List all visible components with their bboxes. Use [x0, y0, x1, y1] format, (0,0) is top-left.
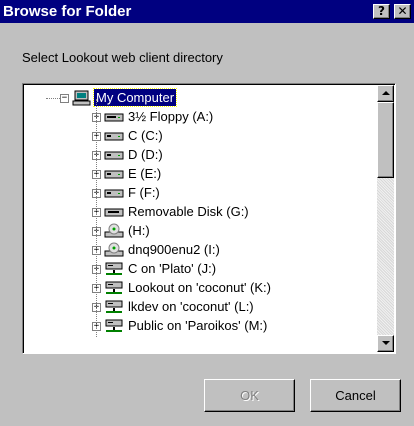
network-drive-icon: [104, 318, 124, 334]
browse-for-folder-dialog: Browse for Folder ? ✕ Select Lookout web…: [0, 0, 414, 426]
vertical-scrollbar[interactable]: [377, 85, 394, 352]
tree-item-label: Lookout on 'coconut' (K:): [128, 280, 271, 295]
hard-drive-icon: [104, 147, 124, 163]
network-drive-icon: [104, 261, 124, 277]
tree-item[interactable]: + Removable Disk (G:): [24, 203, 376, 222]
tree-item-label: dnq900enu2 (I:): [128, 242, 220, 257]
hard-drive-icon: [104, 166, 124, 182]
tree-item[interactable]: + Lookout on 'coconut' (K:): [24, 279, 376, 298]
tree-item[interactable]: + dnq900enu2 (I:): [24, 241, 376, 260]
close-icon[interactable]: ✕: [394, 4, 411, 19]
tree-item[interactable]: + Public on 'Paroikos' (M:): [24, 317, 376, 336]
tree-connector-line: [46, 98, 60, 100]
tree-item[interactable]: +3½ Floppy (A:): [24, 108, 376, 127]
removable-disk-icon: [104, 204, 124, 220]
tree-item[interactable]: + C (C:): [24, 127, 376, 146]
tree-item-label: My Computer: [92, 88, 178, 107]
hard-drive-icon: [104, 128, 124, 144]
tree-item[interactable]: + lkdev on 'coconut' (L:): [24, 298, 376, 317]
floppy-drive-icon: [104, 109, 124, 125]
tree-item-label: (H:): [128, 223, 150, 238]
network-drive-icon: [104, 299, 124, 315]
tree-item[interactable]: + E (E:): [24, 165, 376, 184]
tree-item-label: E (E:): [128, 166, 162, 181]
scroll-thumb[interactable]: [377, 102, 394, 178]
tree-item[interactable]: + (H:): [24, 222, 376, 241]
tree-item[interactable]: + D (D:): [24, 146, 376, 165]
network-drive-icon: [104, 280, 124, 296]
title-bar[interactable]: Browse for Folder ? ✕: [0, 0, 414, 23]
scroll-up-button[interactable]: [377, 85, 394, 102]
hard-drive-icon: [104, 185, 124, 201]
tree-item-label: F (F:): [128, 185, 160, 200]
tree-item-label: Removable Disk (G:): [128, 204, 249, 219]
tree-item-label: C (C:): [128, 128, 163, 143]
window-title: Browse for Folder: [3, 3, 132, 20]
collapse-icon[interactable]: −: [60, 94, 69, 103]
tree-connector-line: [96, 99, 98, 337]
help-button[interactable]: ?: [373, 4, 390, 19]
instruction-text: Select Lookout web client directory: [22, 50, 223, 65]
tree-item-label: lkdev on 'coconut' (L:): [128, 299, 254, 314]
cd-drive-icon: [104, 242, 124, 258]
scroll-down-button[interactable]: [377, 335, 394, 352]
tree-item-label: 3½ Floppy (A:): [128, 109, 214, 124]
tree-item[interactable]: + F (F:): [24, 184, 376, 203]
tree-item[interactable]: + C on 'Plato' (J:): [24, 260, 376, 279]
cancel-button[interactable]: Cancel: [310, 379, 401, 412]
tree-item-label: D (D:): [128, 147, 163, 162]
folder-tree[interactable]: − My Computer +3½ Floppy (A:) + C (C:) + D (D:…: [22, 83, 396, 354]
tree-item-label: Public on 'Paroikos' (M:): [128, 318, 268, 333]
cd-drive-icon: [104, 223, 124, 239]
scroll-up-arrow-icon: [382, 91, 390, 95]
folder-tree-viewport: − My Computer +3½ Floppy (A:) + C (C:) + D (D:…: [23, 84, 395, 353]
computer-icon: [72, 90, 92, 106]
tree-item-label: C on 'Plato' (J:): [128, 261, 217, 276]
ok-button[interactable]: OK: [204, 379, 295, 412]
tree-root-my-computer[interactable]: − My Computer: [24, 88, 376, 108]
scroll-down-arrow-icon: [382, 341, 390, 345]
